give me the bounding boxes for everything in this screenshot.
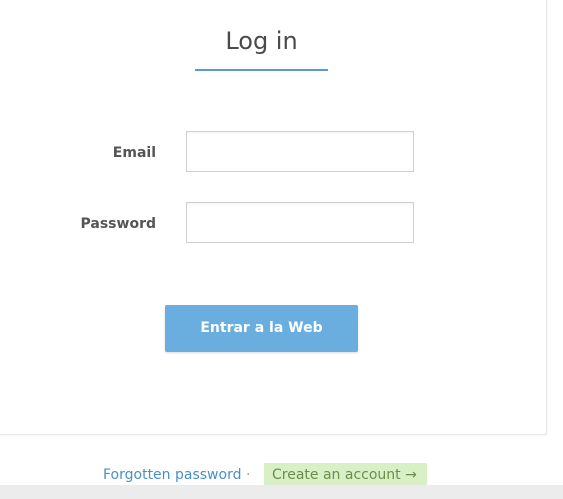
title-underline xyxy=(195,69,328,71)
link-separator: · xyxy=(246,467,251,483)
password-field[interactable] xyxy=(186,202,414,243)
login-submit-button[interactable]: Entrar a la Web xyxy=(165,305,358,352)
create-account-link[interactable]: Create an account → xyxy=(264,463,427,487)
page-title: Log in xyxy=(225,27,298,55)
forgot-password-link[interactable]: Forgotten password xyxy=(103,466,241,484)
password-label: Password xyxy=(80,216,156,232)
login-page: Log in Email Password Entrar a la Web Fo… xyxy=(0,0,563,499)
email-field[interactable] xyxy=(186,131,414,172)
email-label: Email xyxy=(112,145,156,161)
bottom-bar xyxy=(0,485,563,499)
footer-links: Forgotten password · Create an account → xyxy=(0,463,563,487)
login-card: Log in Email Password Entrar a la Web xyxy=(0,0,547,435)
